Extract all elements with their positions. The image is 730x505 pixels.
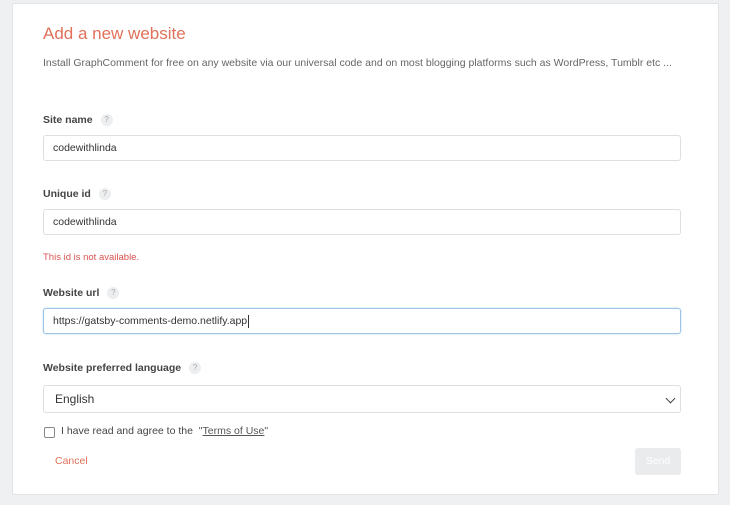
terms-agreement: I have read and agree to the "Terms of U… [61,425,268,437]
agree-text: I have read and agree to the [61,425,193,437]
terms-checkbox[interactable] [44,427,55,438]
unique-id-label-text: Unique id [43,188,91,200]
page-subtitle: Install GraphComment for free on any web… [43,57,672,69]
website-url-label-text: Website url [43,287,100,299]
site-name-value: codewithlinda [53,142,117,154]
site-name-label: Site name ? [43,114,113,126]
website-url-input[interactable]: https://gatsby-comments-demo.netlify.app [43,308,681,334]
unique-id-error: This id is not available. [43,252,140,263]
unique-id-input[interactable]: codewithlinda [43,209,681,235]
text-caret [248,314,250,328]
cancel-button[interactable]: Cancel [55,455,88,467]
language-help-icon[interactable]: ? [189,362,202,374]
language-label-text: Website preferred language [43,362,182,374]
site-name-help-icon[interactable]: ? [100,114,113,126]
add-website-card: Add a new website Install GraphComment f… [12,3,719,495]
send-button[interactable]: Send [635,448,681,475]
terms-link[interactable]: "Terms of Use" [199,425,268,437]
site-name-label-text: Site name [43,114,93,126]
unique-id-help-icon[interactable]: ? [98,188,111,200]
unique-id-value: codewithlinda [53,216,117,228]
language-label: Website preferred language ? [43,362,202,374]
unique-id-label: Unique id ? [43,188,111,200]
chevron-down-icon [665,393,676,404]
terms-link-text[interactable]: Terms of Use [203,425,265,437]
language-selected-value: English [55,392,95,406]
site-name-input[interactable]: codewithlinda [43,135,681,161]
website-url-value: https://gatsby-comments-demo.netlify.app [53,315,248,327]
website-url-label: Website url ? [43,287,120,299]
language-select[interactable]: English [43,385,681,413]
page-title: Add a new website [43,24,186,43]
website-url-help-icon[interactable]: ? [107,287,120,299]
